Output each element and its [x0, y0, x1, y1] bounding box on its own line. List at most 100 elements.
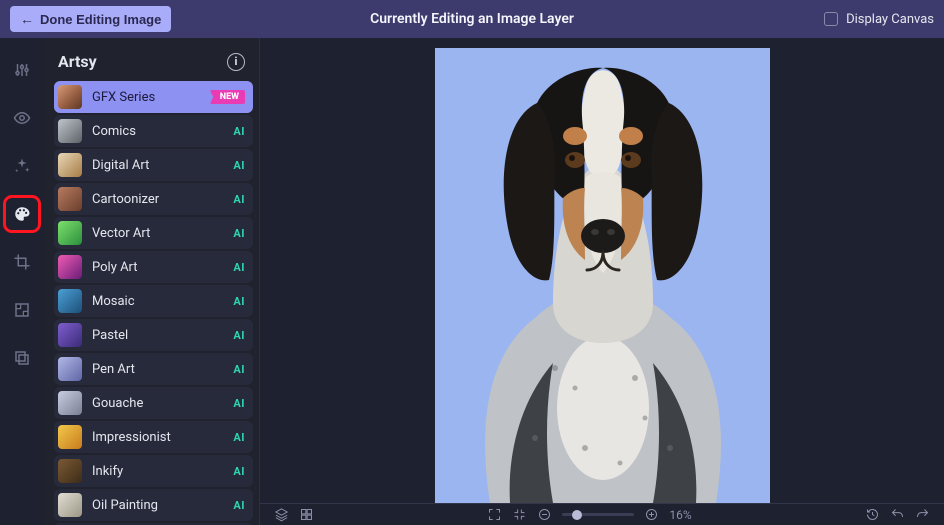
panel-title: Artsy — [58, 52, 97, 71]
badge-ai: AI — [233, 363, 245, 376]
undo-icon — [890, 507, 905, 522]
badge-ai: AI — [233, 397, 245, 410]
zoom-out-button[interactable] — [537, 507, 552, 522]
style-label: Poly Art — [92, 260, 223, 275]
grid-icon — [299, 507, 314, 522]
canvas-viewport[interactable] — [260, 38, 944, 503]
collapse-icon — [512, 507, 527, 522]
style-thumb — [58, 119, 82, 143]
zoom-in-button[interactable] — [644, 507, 659, 522]
style-item[interactable]: Oil Painting AI — [54, 489, 253, 521]
sliders-icon — [13, 61, 31, 79]
redo-button[interactable] — [915, 507, 930, 522]
style-label: Pen Art — [92, 362, 223, 377]
style-thumb — [58, 391, 82, 415]
info-icon[interactable]: i — [227, 53, 245, 71]
top-bar: ← Done Editing Image Currently Editing a… — [0, 0, 944, 38]
done-editing-button[interactable]: ← Done Editing Image — [10, 6, 171, 32]
style-label: Oil Painting — [92, 498, 223, 513]
sparkle-icon — [13, 157, 31, 175]
plus-circle-icon — [644, 507, 659, 522]
style-item[interactable]: Digital ArtAI — [54, 149, 253, 181]
palette-icon — [13, 205, 31, 223]
style-item[interactable]: Cartoonizer AI — [54, 183, 253, 215]
image-layer[interactable] — [435, 48, 770, 503]
style-item[interactable]: GouacheAI — [54, 387, 253, 419]
style-item[interactable]: Mosaic AI — [54, 285, 253, 317]
style-thumb — [58, 255, 82, 279]
style-label: Digital Art — [92, 158, 223, 173]
style-label: Mosaic — [92, 294, 223, 309]
badge-ai: AI — [233, 431, 245, 444]
style-thumb — [58, 221, 82, 245]
badge-ai: AI — [233, 125, 245, 138]
zoom-slider[interactable] — [562, 513, 634, 516]
expand-icon — [487, 507, 502, 522]
tool-effects[interactable] — [8, 152, 36, 180]
style-thumb — [58, 323, 82, 347]
artsy-panel: Artsy i GFX Series NEW Comics AI Digital Art… — [44, 38, 260, 525]
style-label: Cartoonizer — [92, 192, 223, 207]
tool-crop[interactable] — [8, 248, 36, 276]
grid-button[interactable] — [299, 507, 314, 522]
display-canvas-label: Display Canvas — [846, 12, 934, 27]
style-label: Impressionist — [92, 430, 223, 445]
badge-ai: AI — [233, 499, 245, 512]
style-thumb — [58, 425, 82, 449]
style-item[interactable]: Vector Art AI — [54, 217, 253, 249]
style-thumb — [58, 153, 82, 177]
badge-ai: AI — [233, 295, 245, 308]
tool-adjust[interactable] — [8, 56, 36, 84]
tool-duplicate[interactable] — [8, 344, 36, 372]
badge-ai: AI — [233, 329, 245, 342]
tool-visibility[interactable] — [8, 104, 36, 132]
badge-ai: AI — [233, 227, 245, 240]
layers-icon — [274, 507, 289, 522]
eye-icon — [13, 109, 31, 127]
style-thumb — [58, 357, 82, 381]
history-icon — [865, 507, 880, 522]
style-item[interactable]: Pen Art AI — [54, 353, 253, 385]
badge-ai: AI — [233, 261, 245, 274]
history-button[interactable] — [865, 507, 880, 522]
layers-button[interactable] — [274, 507, 289, 522]
style-item[interactable]: GFX Series NEW — [54, 81, 253, 113]
style-label: Comics — [92, 124, 223, 139]
badge-ai: AI — [233, 465, 245, 478]
dog-image — [435, 48, 770, 503]
style-label: Inkify — [92, 464, 223, 479]
style-item[interactable]: Pastel AI — [54, 319, 253, 351]
undo-button[interactable] — [890, 507, 905, 522]
tool-resize[interactable] — [8, 296, 36, 324]
redo-icon — [915, 507, 930, 522]
checkbox-icon — [824, 12, 838, 26]
style-label: GFX Series — [92, 90, 200, 105]
badge-new: NEW — [210, 90, 245, 104]
actual-size-button[interactable] — [512, 507, 527, 522]
minus-circle-icon — [537, 507, 552, 522]
style-item[interactable]: Comics AI — [54, 115, 253, 147]
zoom-slider-thumb[interactable] — [572, 510, 582, 520]
style-thumb — [58, 289, 82, 313]
display-canvas-toggle[interactable]: Display Canvas — [824, 12, 934, 27]
tool-artsy[interactable] — [8, 200, 36, 228]
duplicate-icon — [13, 349, 31, 367]
style-list[interactable]: GFX SeriesNEWComicsAIDigital ArtAICartoo… — [44, 81, 259, 525]
canvas-area: 16% — [260, 38, 944, 525]
style-thumb — [58, 85, 82, 109]
resize-icon — [13, 301, 31, 319]
style-item[interactable]: Impressionist AI — [54, 421, 253, 453]
style-thumb — [58, 459, 82, 483]
style-label: Vector Art — [92, 226, 223, 241]
crop-icon — [13, 253, 31, 271]
badge-ai: AI — [233, 193, 245, 206]
style-item[interactable]: Poly Art AI — [54, 251, 253, 283]
style-item[interactable]: Inkify AI — [54, 455, 253, 487]
done-label: Done Editing Image — [40, 12, 161, 27]
style-thumb — [58, 493, 82, 517]
style-label: Pastel — [92, 328, 223, 343]
bottom-bar: 16% — [260, 503, 944, 525]
fit-screen-button[interactable] — [487, 507, 502, 522]
style-thumb — [58, 187, 82, 211]
zoom-percent: 16% — [669, 508, 691, 522]
